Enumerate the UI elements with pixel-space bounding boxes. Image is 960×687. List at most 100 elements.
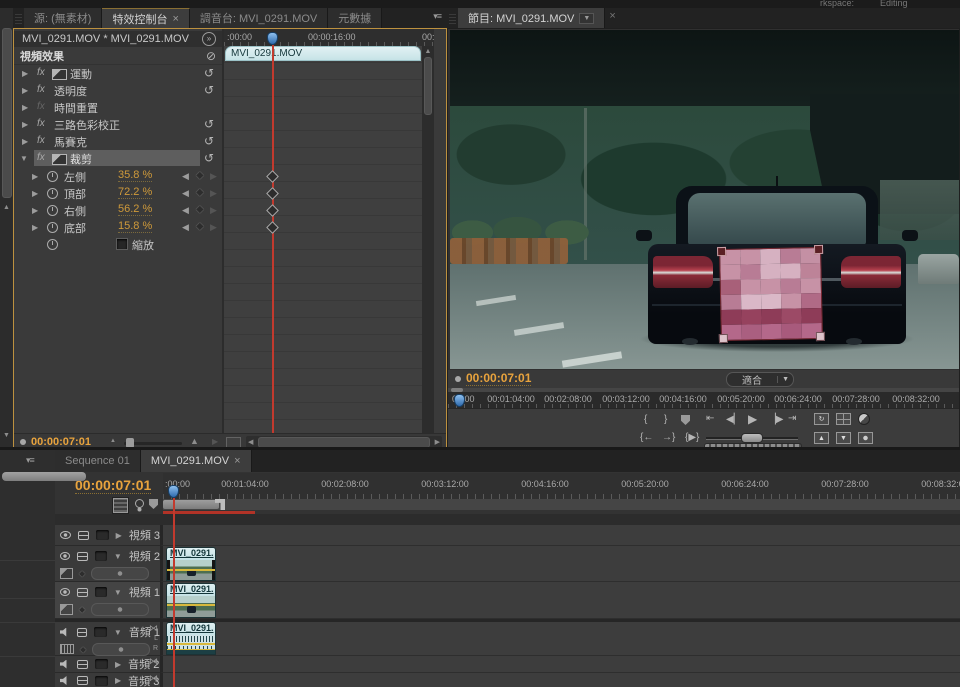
close-icon[interactable]: × (172, 13, 178, 25)
stopwatch-icon[interactable] (47, 188, 58, 199)
ruler-scroll-handle[interactable] (451, 388, 463, 392)
program-ruler[interactable]: 00:00 00:01:04:00 00:02:08:00 00:03:12:0… (448, 388, 959, 408)
track-output-icon[interactable] (78, 531, 89, 540)
stopwatch-icon[interactable] (47, 205, 58, 216)
collapse-icon[interactable]: ▼ (114, 588, 122, 597)
mark-in-button[interactable]: { (644, 414, 647, 425)
keyframe-diamond[interactable] (266, 170, 279, 183)
zoom-in-icon[interactable]: ▲ (190, 436, 199, 446)
extract-button[interactable]: ▼ (836, 432, 851, 444)
keyframe-nav-slider[interactable] (92, 643, 150, 656)
playhead-line[interactable] (272, 45, 274, 433)
track-name[interactable]: 視頻 3 (129, 527, 160, 543)
play-in-to-out-shortcut[interactable]: {← (640, 432, 653, 443)
track-lane-audio2[interactable] (160, 656, 960, 673)
expand-icon[interactable]: ▶ (32, 172, 38, 181)
expand-icon[interactable]: ▶ (32, 189, 38, 198)
safe-margins-button[interactable] (836, 413, 851, 425)
scroll-up-icon[interactable]: ▲ (0, 204, 13, 211)
scroll-left-icon[interactable]: ◀ (248, 438, 253, 446)
track-output-icon[interactable] (77, 588, 87, 597)
tab-sequence-01[interactable]: Sequence 01 (55, 450, 141, 472)
goto-in-button[interactable]: ⇤ (706, 413, 714, 424)
stopwatch-icon[interactable] (47, 222, 58, 233)
tab-audio-mixer[interactable]: 調音台: MVI_0291.MOV (190, 8, 328, 28)
collapse-icon[interactable]: ▶ (115, 676, 121, 685)
mosaic-overlay[interactable] (720, 248, 822, 340)
track-lock-box[interactable] (95, 659, 108, 669)
show-keyframes-icon[interactable]: ◆ (79, 605, 85, 614)
keyframe-diamond[interactable] (266, 187, 279, 200)
scale-checkbox[interactable] (116, 238, 128, 250)
step-forward-button[interactable]: ▕▶ (768, 414, 783, 425)
effect-timeline-scrollbar[interactable]: ▲ (422, 46, 434, 433)
track-lane-audio3[interactable] (160, 673, 960, 687)
reset-icon[interactable]: ↺ (204, 84, 214, 96)
track-lock-box[interactable] (95, 676, 108, 686)
workarea-track[interactable] (163, 499, 960, 510)
encore-marker-icon[interactable] (135, 499, 144, 508)
track-lock-box[interactable] (94, 627, 107, 637)
param-row-top[interactable]: ▶ 頂部 72.2 % ◀ ◆ ▶ (14, 185, 222, 202)
lift-button[interactable]: ▲ (814, 432, 829, 444)
effect-row-three-way-color[interactable]: ▶ fx 三路色彩校正 ↺ (14, 116, 222, 133)
zoom-out-icon[interactable]: ▲ (110, 438, 116, 444)
show-keyframes-icon[interactable]: ◆ (79, 569, 85, 578)
shuttle-handle[interactable] (741, 433, 763, 443)
crop-handle-top-right[interactable] (814, 245, 823, 254)
goto-out-button[interactable]: ⇥ (788, 413, 796, 424)
track-lock-box[interactable] (95, 587, 107, 597)
collapse-icon[interactable]: ▼ (114, 628, 122, 637)
effect-clip-bar[interactable]: MVI_0291.MOV (225, 46, 421, 61)
effect-row-opacity[interactable]: ▶ fx 透明度 ↺ (14, 82, 222, 99)
scroll-down-icon[interactable]: ▼ (0, 432, 13, 439)
prev-keyframe-icon[interactable]: ◀ (182, 222, 189, 233)
play-in-out-button[interactable]: {▶} (685, 432, 699, 443)
reset-icon[interactable]: ↺ (204, 67, 214, 79)
scroll-thumb[interactable] (2, 28, 12, 198)
panel-grip-icon[interactable] (449, 12, 456, 24)
add-keyframe-icon[interactable]: ◆ (196, 187, 204, 198)
track-lane-audio1[interactable]: MVI_0291. (160, 622, 960, 656)
expand-icon[interactable]: ▶ (22, 69, 28, 78)
timeline-timecode[interactable]: 00:00:07:01 (75, 478, 151, 494)
timeline-playhead-line[interactable] (173, 498, 175, 687)
track-lane-video3[interactable] (160, 525, 960, 546)
close-icon[interactable]: × (234, 455, 240, 467)
pan-icon[interactable]: ⋈ (149, 673, 158, 684)
pan-icon[interactable]: ⋈ (149, 623, 158, 634)
gutter-scrollbar[interactable] (2, 472, 86, 481)
program-timecode[interactable]: 00:00:07:01 (466, 372, 531, 386)
add-keyframe-icon[interactable]: ◆ (196, 170, 204, 181)
track-output-icon[interactable] (77, 552, 87, 561)
toggle-track-output-icon[interactable] (60, 588, 70, 596)
toggle-track-output-icon[interactable] (60, 552, 70, 560)
collapse-icon[interactable]: ▼ (20, 154, 28, 163)
param-value[interactable]: 72.2 % (118, 186, 152, 199)
stopwatch-icon[interactable] (47, 171, 58, 182)
mark-out-button[interactable]: } (664, 414, 667, 425)
bypass-all-icon[interactable]: ⊘ (206, 50, 216, 62)
fit-dropdown[interactable]: 適合 ▼ (726, 372, 794, 387)
next-keyframe-icon[interactable]: ▶ (210, 188, 217, 199)
output-button[interactable] (858, 413, 870, 425)
track-lane-video1[interactable]: MVI_0291. (160, 582, 960, 619)
tab-source[interactable]: 源: (無素材) (24, 8, 102, 28)
crop-handle-top-left[interactable] (717, 247, 726, 256)
add-keyframe-icon[interactable]: ◆ (196, 221, 204, 232)
keyframe-nav-slider[interactable] (91, 603, 149, 616)
expand-icon[interactable]: ▶ (22, 103, 28, 112)
param-row-left[interactable]: ▶ 左側 35.8 % ◀ ◆ ▶ (14, 168, 222, 185)
set-marker-icon[interactable] (149, 499, 158, 509)
track-lock-box[interactable] (95, 551, 107, 561)
collapse-icon[interactable]: ▶ (116, 531, 122, 540)
effect-timeline-ruler[interactable]: :00:00 00:00:16:00 00: (224, 29, 434, 46)
snap-toggle-icon[interactable] (113, 498, 128, 513)
ruler-scroll-strip[interactable] (448, 388, 959, 392)
speaker-icon[interactable] (60, 628, 70, 637)
next-keyframe-icon[interactable]: ▶ (210, 171, 217, 182)
stopwatch-icon[interactable] (47, 239, 58, 250)
collapse-icon[interactable]: ▼ (114, 552, 122, 561)
track-name[interactable]: 視頻 2 (129, 548, 160, 564)
param-row-scale[interactable]: 縮放 (14, 236, 222, 253)
